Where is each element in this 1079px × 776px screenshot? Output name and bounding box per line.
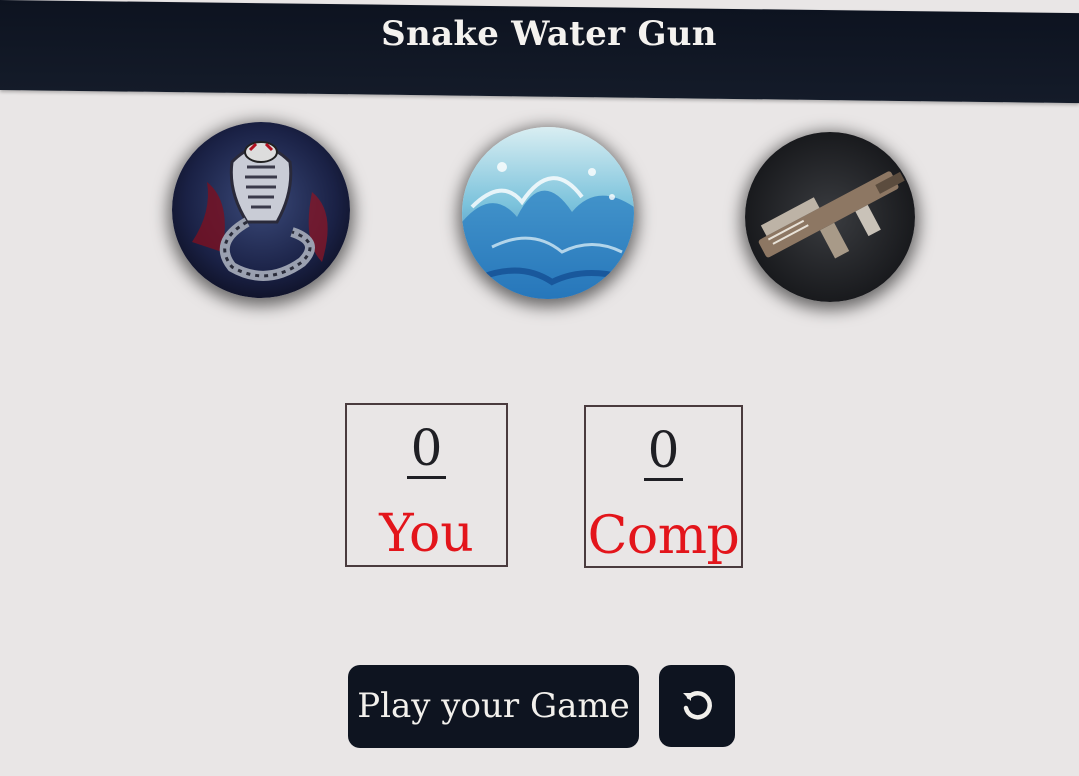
rifle-image xyxy=(745,132,915,302)
user-score-label: You xyxy=(379,504,474,564)
reset-button[interactable] xyxy=(659,665,735,747)
user-score-value: 0 xyxy=(406,420,447,479)
gun-choice[interactable] xyxy=(745,132,915,302)
water-choice[interactable] xyxy=(462,127,634,299)
computer-score-label: Comp xyxy=(587,506,740,566)
cobra-image xyxy=(172,122,350,298)
computer-score-value: 0 xyxy=(643,422,684,481)
page-title: Snake Water Gun xyxy=(381,14,717,54)
computer-score-box: 0 Comp xyxy=(584,405,743,568)
play-game-button[interactable]: Play your Game xyxy=(348,665,639,748)
water-splash-image xyxy=(462,127,634,299)
user-score-box: 0 You xyxy=(345,403,508,567)
computer-score: 0 xyxy=(586,419,741,481)
snake-choice[interactable] xyxy=(172,122,350,298)
reset-icon xyxy=(683,691,712,720)
user-score: 0 xyxy=(347,417,506,479)
